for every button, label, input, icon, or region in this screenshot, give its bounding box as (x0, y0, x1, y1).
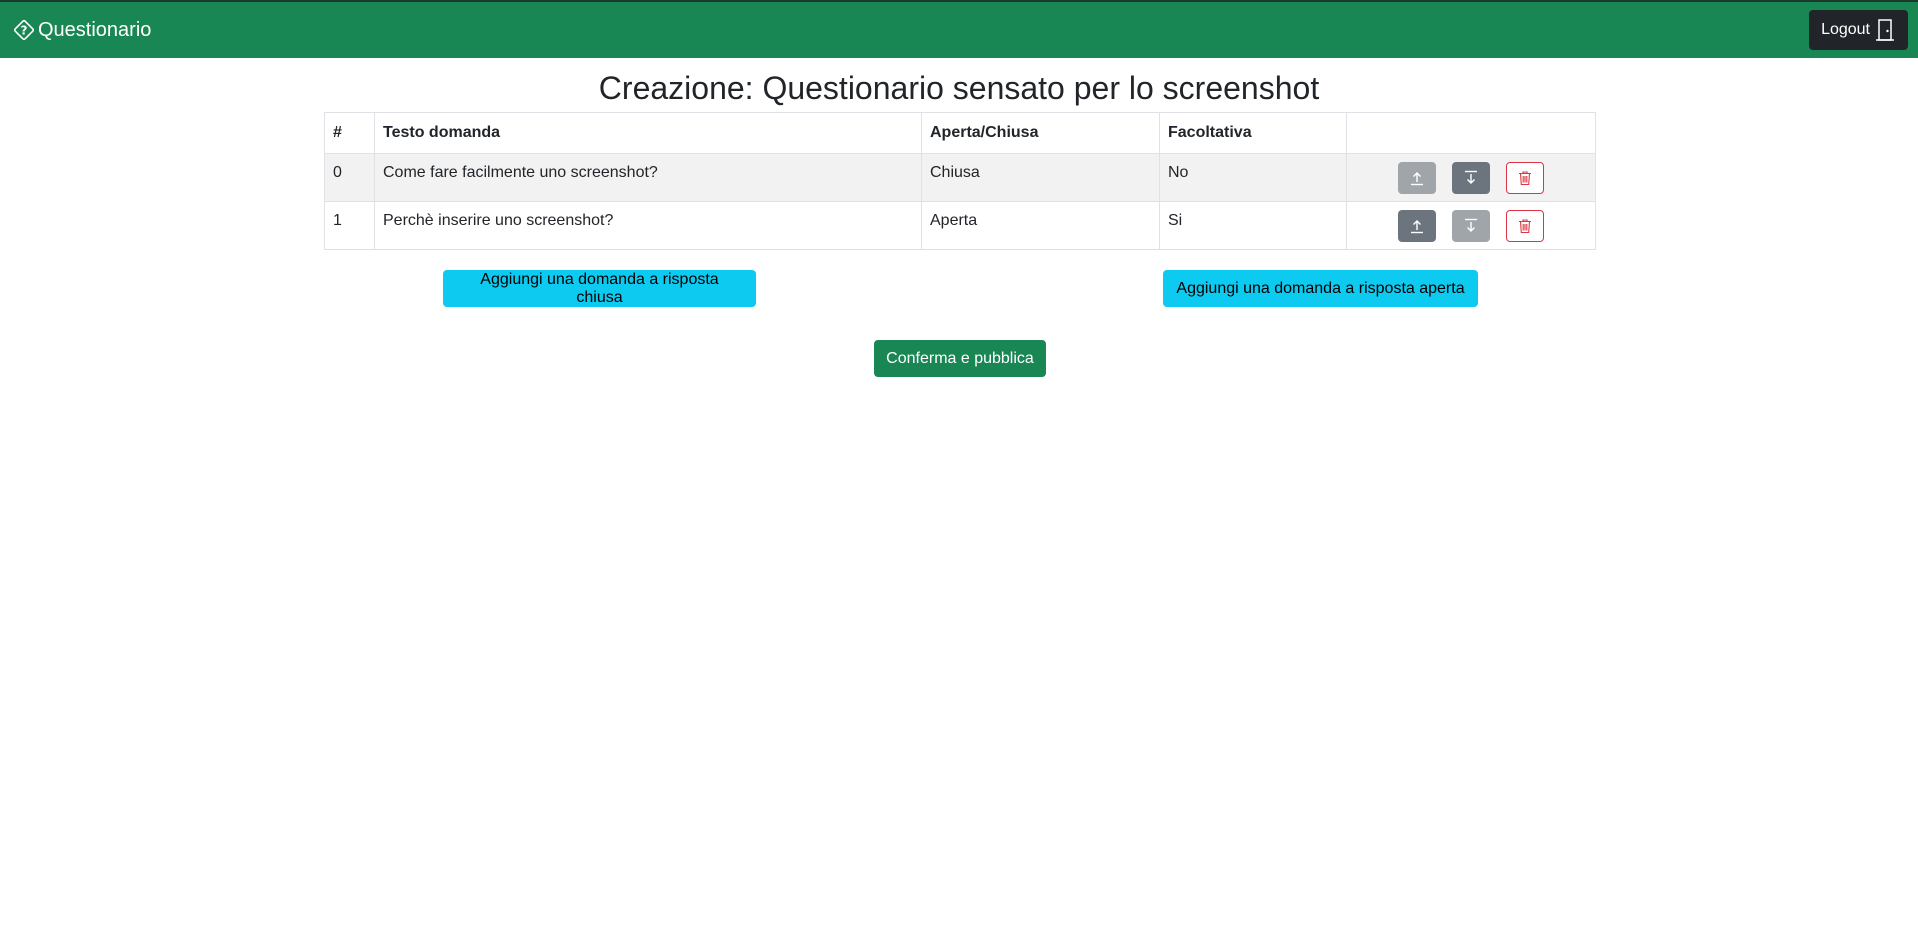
arrow-bar-up-icon (1411, 220, 1423, 234)
cell-actions (1346, 153, 1596, 202)
header-open-closed: Aperta/Chiusa (921, 112, 1160, 154)
arrow-bar-down-icon (1465, 218, 1477, 232)
table-row: 1 Perchè inserire uno screenshot? Aperta… (324, 201, 1596, 250)
cell-question-text: Come fare facilmente uno screenshot? (374, 153, 922, 202)
delete-button[interactable] (1506, 162, 1544, 194)
svg-text:?: ? (21, 24, 28, 38)
cell-open-closed: Aperta (921, 201, 1160, 250)
arrow-bar-up-icon (1411, 172, 1423, 186)
top-navbar: ? Questionario Logout (0, 0, 1918, 58)
logout-button[interactable]: Logout (1809, 10, 1908, 50)
cell-num: 1 (324, 201, 375, 250)
cell-num: 0 (324, 153, 375, 202)
door-icon (1874, 18, 1896, 42)
page-title: Creazione: Questionario sensato per lo s… (598, 70, 1320, 106)
cell-actions (1346, 201, 1596, 250)
trash-icon (1519, 171, 1531, 186)
questions-table: # Testo domanda Aperta/Chiusa Facoltativ… (324, 112, 1596, 250)
header-optional: Facoltativa (1159, 112, 1347, 154)
header-question-text: Testo domanda (374, 112, 922, 154)
header-num: # (324, 112, 375, 154)
cell-optional: No (1159, 153, 1347, 202)
brand-label: Questionario (38, 18, 152, 41)
cell-open-closed: Chiusa (921, 153, 1160, 202)
question-diamond-icon: ? (12, 18, 36, 42)
move-down-button[interactable] (1452, 162, 1490, 194)
move-up-button[interactable] (1398, 162, 1436, 194)
cell-question-text: Perchè inserire uno screenshot? (374, 201, 922, 250)
move-up-button[interactable] (1398, 210, 1436, 242)
add-open-question-button[interactable]: Aggiungi una domanda a risposta aperta (1163, 270, 1478, 307)
cell-optional: Si (1159, 201, 1347, 250)
confirm-publish-button[interactable]: Conferma e pubblica (874, 340, 1046, 377)
header-actions (1346, 112, 1596, 154)
table-row: 0 Come fare facilmente uno screenshot? C… (324, 153, 1596, 202)
move-down-button[interactable] (1452, 210, 1490, 242)
trash-icon (1519, 219, 1531, 234)
brand-link[interactable]: ? Questionario (12, 18, 151, 42)
logout-label: Logout (1821, 21, 1870, 38)
table-header-row: # Testo domanda Aperta/Chiusa Facoltativ… (324, 112, 1596, 154)
arrow-bar-down-icon (1465, 170, 1477, 184)
delete-button[interactable] (1506, 210, 1544, 242)
add-closed-question-button[interactable]: Aggiungi una domanda a risposta chiusa (443, 270, 756, 307)
